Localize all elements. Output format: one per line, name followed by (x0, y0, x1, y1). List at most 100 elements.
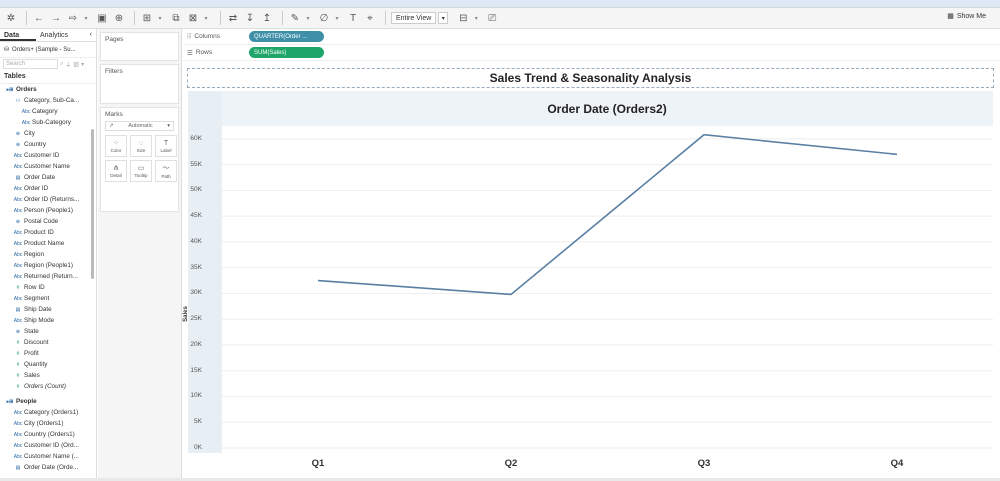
field-item[interactable]: Abc Ship Mode (0, 315, 96, 326)
field-item[interactable]: Abc Returned (Return... (0, 271, 96, 282)
field-item[interactable]: # Quantity (0, 359, 96, 370)
field-item[interactable]: Abc Product Name (0, 238, 96, 249)
duplicate-icon[interactable]: ⧉ (169, 10, 183, 26)
field-item[interactable]: Abc Order ID (0, 183, 96, 194)
field-item[interactable]: Abc Customer ID (0, 150, 96, 161)
new-worksheet-icon[interactable]: ⊞ (140, 10, 154, 26)
save-icon[interactable]: ▣ (95, 10, 109, 26)
field-item[interactable]: # Profit (0, 348, 96, 359)
columns-shelf[interactable]: ⦙⦙⦙ Columns QUARTER(Order ... (183, 29, 1000, 45)
table-group[interactable]: ▸⊞ People (0, 396, 96, 407)
field-item[interactable]: Abc Product ID (0, 227, 96, 238)
y-axis[interactable]: Sales 0K 5K 10K 15K 20K 25K 30K 35K 40K 45K 50K 55K… (183, 91, 222, 453)
field-item[interactable]: ⊕ City (0, 128, 96, 139)
tab-analytics[interactable]: Analytics (36, 29, 72, 41)
rows-shelf[interactable]: ☰ Rows SUM(Sales) (183, 45, 1000, 61)
chevron-down-icon[interactable]: ▾ (438, 12, 449, 24)
pages-card[interactable]: Pages (100, 32, 179, 61)
field-item[interactable]: Abc Customer ID (Ord... (0, 440, 96, 451)
field-label: Ship Date (24, 306, 52, 313)
number-icon: # (16, 284, 20, 291)
label-icon[interactable]: T (346, 10, 360, 26)
path-label: Path (161, 174, 171, 179)
number-icon: # (16, 361, 20, 368)
field-item[interactable]: Abc Order ID (Returns... (0, 194, 96, 205)
field-item[interactable]: Abc Category (0, 106, 96, 117)
detail-button[interactable]: ⋔ Detail (105, 160, 127, 182)
columns-pill[interactable]: QUARTER(Order ... (249, 31, 324, 42)
clear-sheet-icon[interactable]: ⊠ (186, 10, 200, 26)
field-item[interactable]: Abc Customer Name (0, 161, 96, 172)
sort-desc-icon[interactable]: ↥ (260, 10, 274, 26)
field-item[interactable]: Abc Customer Name (... (0, 451, 96, 462)
color-button[interactable]: ⁘ Color (105, 135, 127, 157)
show-me-button[interactable]: ▦ Show Me (947, 12, 986, 21)
field-item[interactable]: Abc City (Orders1) (0, 418, 96, 429)
dropdown-caret-icon[interactable]: ▾ (334, 10, 340, 26)
highlight-icon[interactable]: ✎ (288, 10, 302, 26)
field-item[interactable]: Abc Segment (0, 293, 96, 304)
field-item[interactable]: Abc Category (Orders1) (0, 407, 96, 418)
dropdown-caret-icon[interactable]: ▾ (305, 10, 311, 26)
dropdown-caret-icon[interactable]: ▾ (203, 10, 209, 26)
worksheet-title[interactable]: Sales Trend & Seasonality Analysis (187, 68, 994, 88)
field-item[interactable]: Abc Country (Orders1) (0, 429, 96, 440)
pin-icon[interactable]: ⌖ (363, 10, 377, 26)
field-item[interactable]: Abc Sub-Category (0, 117, 96, 128)
abc-icon: Abc (13, 152, 23, 159)
mark-type-select[interactable]: ↗ Automatic ▾ (105, 121, 174, 131)
group-icon[interactable]: ∅ (317, 10, 331, 26)
search-input[interactable]: Search (3, 59, 58, 69)
new-datasource-icon[interactable]: ⊕ (112, 10, 126, 26)
show-cards-icon[interactable]: ⊟ (456, 10, 470, 26)
datasource-item[interactable]: ⛁ Orders+ (Sample - Su... (0, 42, 96, 58)
table-group[interactable]: ▸⊞ Orders (0, 84, 96, 95)
column-header[interactable]: Order Date (Orders2) (221, 91, 993, 126)
collapse-pane-icon[interactable]: ‹ (90, 31, 92, 38)
size-label: Size (136, 147, 146, 153)
redo-icon[interactable]: → (49, 10, 63, 26)
field-item[interactable]: # Sales (0, 370, 96, 381)
plot-area[interactable] (221, 126, 993, 453)
dropdown-caret-icon[interactable]: ▾ (157, 10, 163, 26)
field-label: Postal Code (24, 218, 59, 225)
tableau-logo-icon[interactable]: ✲ (4, 10, 18, 26)
field-item[interactable]: ▤ Order Date (Orde... (0, 462, 96, 473)
undo-icon[interactable]: ← (32, 10, 46, 26)
fit-view-select[interactable]: Entire View (391, 12, 437, 24)
sort-asc-icon[interactable]: ↧ (243, 10, 257, 26)
filters-card[interactable]: Filters (100, 64, 179, 104)
field-item[interactable]: # Discount (0, 337, 96, 348)
dropdown-caret-icon[interactable]: ▾ (83, 10, 89, 26)
field-item[interactable]: Abc Region (People1) (0, 260, 96, 271)
field-item[interactable]: ⊕ Postal Code (0, 216, 96, 227)
tab-data[interactable]: Data (0, 29, 36, 41)
abc-icon: Abc (13, 196, 23, 203)
view-options-icon[interactable]: ▥ (73, 61, 79, 68)
toolbar-divider (26, 11, 27, 25)
dropdown-caret-icon[interactable]: ▾ (473, 10, 479, 26)
sales-line[interactable] (317, 133, 898, 296)
mark-type-value: Automatic (128, 123, 153, 129)
columns-label: Columns (194, 33, 221, 40)
field-item[interactable]: ⚇ Category, Sub-Ca... (0, 95, 96, 106)
field-item[interactable]: Abc Person (People1) (0, 205, 96, 216)
swap-icon[interactable]: ⇄ (226, 10, 240, 26)
field-item[interactable]: ▤ Order Date (0, 172, 96, 183)
field-item[interactable]: ⊕ State (0, 326, 96, 337)
field-item[interactable]: # Row ID (0, 282, 96, 293)
refresh-icon[interactable]: ⇨ (66, 10, 80, 26)
abc-icon: Abc (13, 317, 23, 324)
tooltip-button[interactable]: ▭ Tooltip (130, 160, 152, 182)
size-button[interactable]: ◌ Size (130, 135, 152, 157)
presentation-icon[interactable]: ⎚ (485, 10, 499, 26)
field-item[interactable]: ⊕ Country (0, 139, 96, 150)
field-item[interactable]: ▤ Ship Date (0, 304, 96, 315)
data-pane-scrollbar[interactable] (91, 129, 94, 279)
field-item[interactable]: Abc Region (0, 249, 96, 260)
rows-pill[interactable]: SUM(Sales) (249, 47, 324, 58)
field-item[interactable]: # Orders (Count) (0, 381, 96, 392)
chevron-down-icon[interactable]: ▾ (81, 61, 84, 68)
search-icon[interactable]: ⌕ (60, 61, 63, 68)
filter-icon[interactable]: ⏚ (65, 60, 71, 69)
